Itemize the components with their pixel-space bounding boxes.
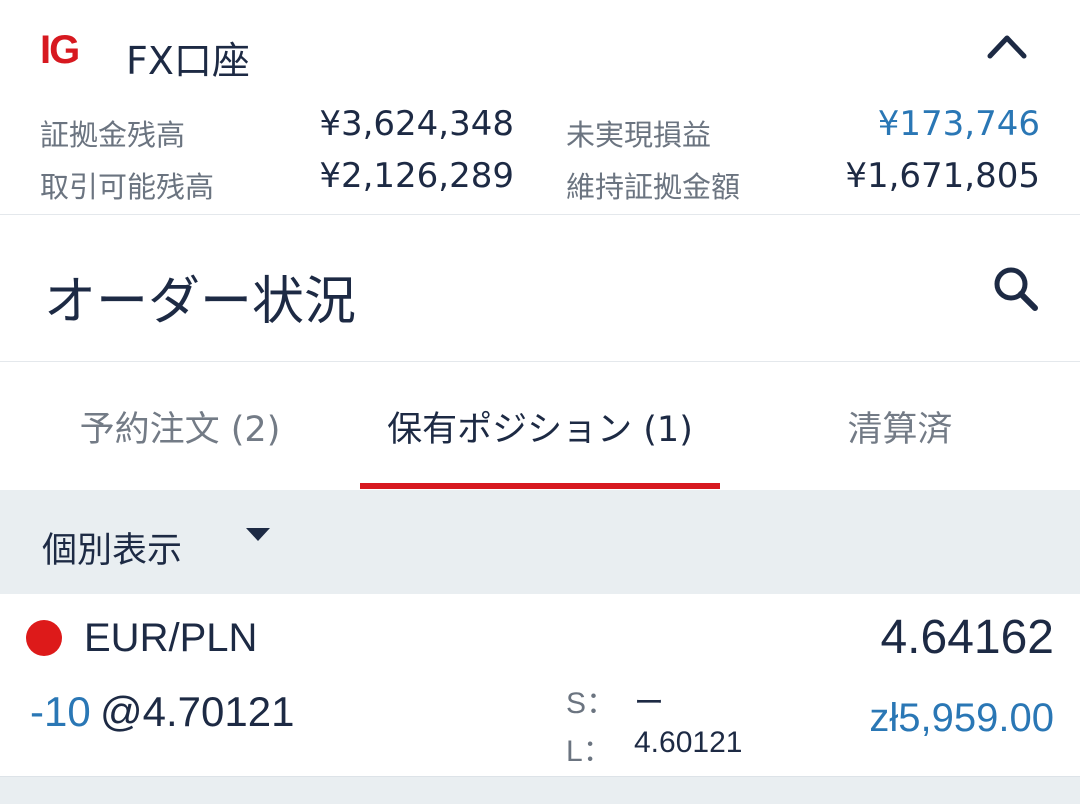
account-title: FX口座 <box>126 39 250 83</box>
position-row[interactable]: EUR/PLN 4.64162 -10 @4.70121 S： ー L： 4.6… <box>0 594 1080 777</box>
current-price: 4.64162 <box>880 611 1054 664</box>
search-icon[interactable] <box>990 263 1042 315</box>
list-background <box>0 777 1080 804</box>
ig-logo: IG <box>40 28 80 72</box>
tab-closed[interactable]: 清算済 <box>720 362 1080 490</box>
margin-balance-value: ¥3,624,348 <box>319 104 514 144</box>
unrealized-pnl-label: 未実現損益 <box>566 118 712 152</box>
position-size: -10 <box>30 688 91 735</box>
maintenance-margin-value: ¥1,671,805 <box>845 156 1040 196</box>
page-title-bar: オーダー状況 <box>0 215 1080 362</box>
limit-label: L： <box>566 735 613 768</box>
limit-value: 4.60121 <box>634 726 743 759</box>
order-tabs: 予約注文 (2) 保有ポジション (1) 清算済 <box>0 362 1080 490</box>
margin-balance-label: 証拠金残高 <box>40 118 186 152</box>
unrealized-pnl-value: ¥173,746 <box>877 104 1040 144</box>
maintenance-margin-label: 維持証拠金額 <box>566 170 741 204</box>
available-balance-value: ¥2,126,289 <box>319 156 514 196</box>
tab-open-positions[interactable]: 保有ポジション (1) <box>360 362 720 490</box>
open-price: @4.70121 <box>100 688 295 735</box>
tab-pending-orders[interactable]: 予約注文 (2) <box>0 362 360 490</box>
instrument-name: EUR/PLN <box>84 616 258 660</box>
status-dot-icon <box>26 620 62 656</box>
display-filter[interactable]: 個別表示 <box>0 490 1080 594</box>
chevron-up-icon[interactable] <box>980 24 1034 68</box>
active-tab-indicator <box>360 483 720 489</box>
account-header: IG FX口座 証拠金残高 ¥3,624,348 未実現損益 ¥173,746 … <box>0 0 1080 215</box>
caret-down-icon[interactable] <box>242 524 274 544</box>
page-title: オーダー状況 <box>44 272 357 332</box>
stop-value: ー <box>634 687 664 720</box>
stop-label: S： <box>566 687 617 720</box>
position-pnl: zł5,959.00 <box>869 696 1054 740</box>
display-mode-label: 個別表示 <box>42 531 183 571</box>
available-balance-label: 取引可能残高 <box>40 170 215 204</box>
